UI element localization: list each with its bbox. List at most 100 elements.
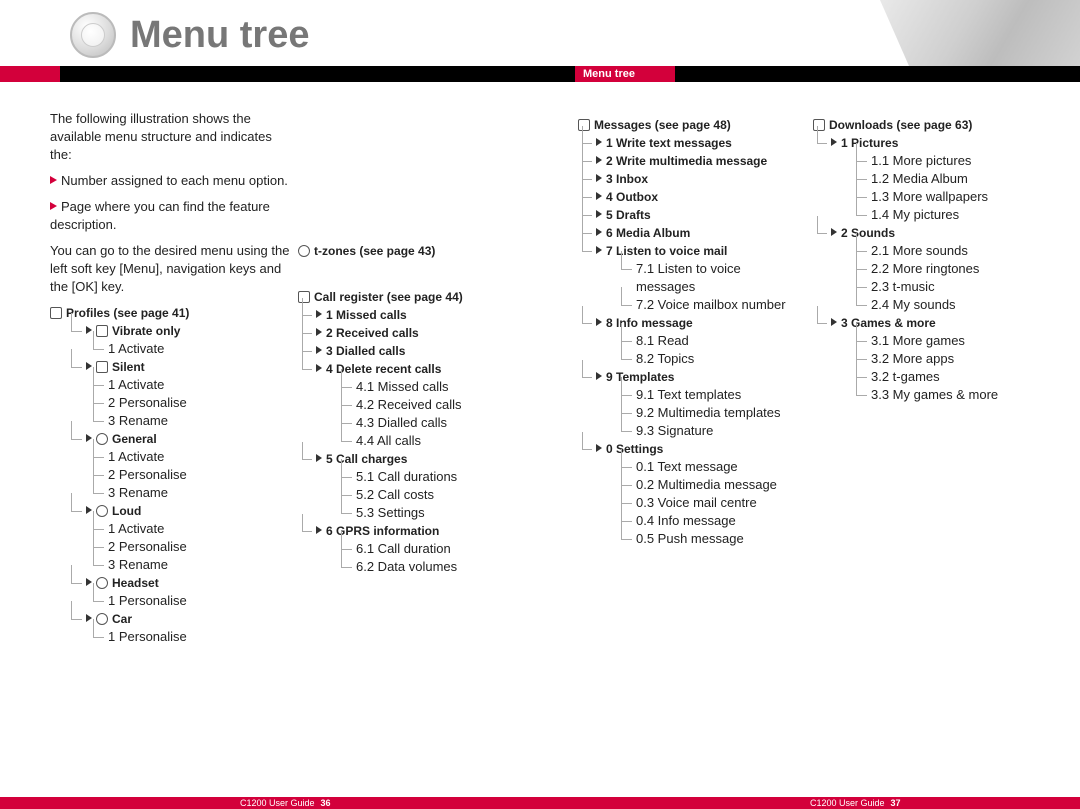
arrow-icon (596, 210, 602, 218)
list-item: 2 Write multimedia message (606, 154, 767, 168)
footer-left: C1200 User Guide36 (240, 797, 331, 809)
list-item: 8 Info message (606, 316, 693, 330)
list-item: 3.2 t-games (871, 368, 1033, 386)
arrow-icon (596, 156, 602, 164)
list-item: 1 Activate (108, 520, 290, 538)
column-2: t-zones (see page 43) Call register (see… (298, 110, 528, 646)
page-number-right: 37 (891, 798, 901, 808)
list-item: 1.2 Media Album (871, 170, 1033, 188)
car-icon (96, 613, 108, 625)
messages-head: Messages (see page 48) (578, 116, 813, 134)
downloads-head: Downloads (see page 63) (813, 116, 1033, 134)
profile-loud: Loud (112, 504, 141, 518)
list-item: 3 Rename (108, 556, 290, 574)
list-item: 1 Personalise (108, 628, 290, 646)
general-icon (96, 433, 108, 445)
list-item: 9 Templates (606, 370, 674, 384)
arrow-icon (86, 326, 92, 334)
column-4: Downloads (see page 63) 1 Pictures 1.1 M… (813, 110, 1033, 646)
list-item: 0.5 Push message (636, 530, 813, 548)
profiles-head: Profiles (see page 41) (50, 304, 290, 322)
intro-bullet-2: Page where you can find the feature desc… (50, 198, 290, 234)
tzones-head: t-zones (see page 43) (298, 242, 528, 260)
arrow-icon (831, 318, 837, 326)
loud-icon (96, 505, 108, 517)
arrow-icon (86, 578, 92, 586)
vibrate-icon (96, 325, 108, 337)
list-item: 3 Inbox (606, 172, 648, 186)
list-item: 9.3 Signature (636, 422, 813, 440)
list-item: 4 Delete recent calls (326, 362, 441, 376)
profile-general: General (112, 432, 157, 446)
arrow-icon (50, 202, 57, 210)
arrow-icon (596, 246, 602, 254)
column-1: The following illustration shows the ava… (50, 110, 290, 646)
list-item: 3.2 More apps (871, 350, 1033, 368)
arrow-icon (316, 328, 322, 336)
headset-icon (96, 577, 108, 589)
list-item: 2 Personalise (108, 538, 290, 556)
list-item: 1 Missed calls (326, 308, 407, 322)
arrow-icon (831, 228, 837, 236)
arrow-icon (86, 614, 92, 622)
arrow-icon (86, 506, 92, 514)
arrow-icon (316, 310, 322, 318)
list-item: 3.1 More games (871, 332, 1033, 350)
list-item: 3 Dialled calls (326, 344, 405, 358)
list-item: 0 Settings (606, 442, 663, 456)
list-item: 7.1 Listen to voice messages (636, 260, 796, 296)
list-item: 9.2 Multimedia templates (636, 404, 813, 422)
page-title: Menu tree (130, 14, 309, 57)
list-item: 2 Personalise (108, 394, 290, 412)
list-item: 2.4 My sounds (871, 296, 1033, 314)
arrow-icon (596, 138, 602, 146)
arrow-icon (596, 174, 602, 182)
list-item: 3 Rename (108, 484, 290, 502)
arrow-icon (596, 444, 602, 452)
list-item: 0.2 Multimedia message (636, 476, 813, 494)
list-item: 1 Activate (108, 340, 290, 358)
arrow-icon (50, 176, 57, 184)
list-item: 8.2 Topics (636, 350, 813, 368)
list-item: 4.3 Dialled calls (356, 414, 528, 432)
list-item: 2.3 t-music (871, 278, 1033, 296)
list-item: 3.3 My games & more (871, 386, 1033, 404)
profile-car: Car (112, 612, 132, 626)
list-item: 6.1 Call duration (356, 540, 528, 558)
column-3: Messages (see page 48) 1 Write text mess… (578, 110, 813, 646)
list-item: 1 Activate (108, 448, 290, 466)
list-item: 4.1 Missed calls (356, 378, 528, 396)
list-item: 1 Pictures (841, 136, 898, 150)
page: Menu tree Menu tree The following illust… (0, 0, 1080, 809)
callreg-tree: Call register (see page 44) 1 Missed cal… (298, 288, 528, 576)
list-item: 1.3 More wallpapers (871, 188, 1033, 206)
header: Menu tree Menu tree (0, 0, 1080, 82)
arrow-icon (596, 318, 602, 326)
profile-silent: Silent (112, 360, 145, 374)
intro-bullet-1: Number assigned to each menu option. (50, 172, 290, 190)
list-item: 4 Outbox (606, 190, 658, 204)
list-item: 5.3 Settings (356, 504, 528, 522)
footer-bar (0, 797, 1080, 809)
list-item: 4.2 Received calls (356, 396, 528, 414)
list-item: 5.1 Call durations (356, 468, 528, 486)
list-item: 2.1 More sounds (871, 242, 1033, 260)
list-item: 1 Activate (108, 376, 290, 394)
list-item: 0.4 Info message (636, 512, 813, 530)
content: The following illustration shows the ava… (0, 82, 1080, 646)
arrow-icon (316, 526, 322, 534)
header-accent-left (0, 66, 60, 82)
list-item: 2 Personalise (108, 466, 290, 484)
list-item: 6 Media Album (606, 226, 690, 240)
profile-headset: Headset (112, 576, 159, 590)
list-item: 9.1 Text templates (636, 386, 813, 404)
intro-paragraph-1: The following illustration shows the ava… (50, 110, 290, 164)
list-item: 0.1 Text message (636, 458, 813, 476)
header-tab: Menu tree (575, 66, 675, 82)
profiles-tree: Profiles (see page 41) Vibrate only 1 Ac… (50, 304, 290, 646)
dial-icon (70, 12, 116, 58)
list-item: 4.4 All calls (356, 432, 528, 450)
arrow-icon (86, 434, 92, 442)
list-item: 1.1 More pictures (871, 152, 1033, 170)
page-number-left: 36 (321, 798, 331, 808)
